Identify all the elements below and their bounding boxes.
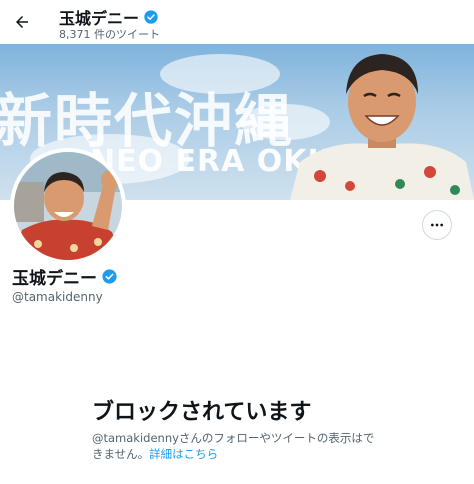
profile-name: 玉城デニー (12, 269, 97, 289)
banner-person-image (290, 54, 474, 200)
blocked-title: ブロックされています (92, 400, 312, 425)
back-button[interactable] (10, 10, 34, 34)
profile-handle: @tamakidenny (12, 290, 103, 304)
arrow-left-icon (16, 16, 28, 28)
verified-badge-icon (144, 10, 158, 24)
more-options-button[interactable] (422, 210, 452, 240)
avatar (14, 152, 122, 260)
blocked-desc-line-2: きません。 (92, 447, 150, 461)
more-dots-icon (431, 223, 443, 227)
profile-name-row: 玉城デニー (12, 264, 118, 289)
avatar-frame[interactable] (10, 148, 126, 264)
verified-badge-icon (102, 269, 117, 284)
profile-header: 玉城デニー 8,371 件のツイート (0, 0, 474, 44)
blocked-description: @tamakidennyさんのフォローやツイートの表示はで きません。詳細はこち… (92, 430, 392, 462)
tweet-count: 8,371 件のツイート (59, 28, 160, 41)
blocked-desc-line-1: @tamakidennyさんのフォローやツイートの表示はで (92, 431, 375, 445)
avatar-image (14, 152, 122, 260)
learn-more-link[interactable]: 詳細はこちら (149, 447, 218, 461)
